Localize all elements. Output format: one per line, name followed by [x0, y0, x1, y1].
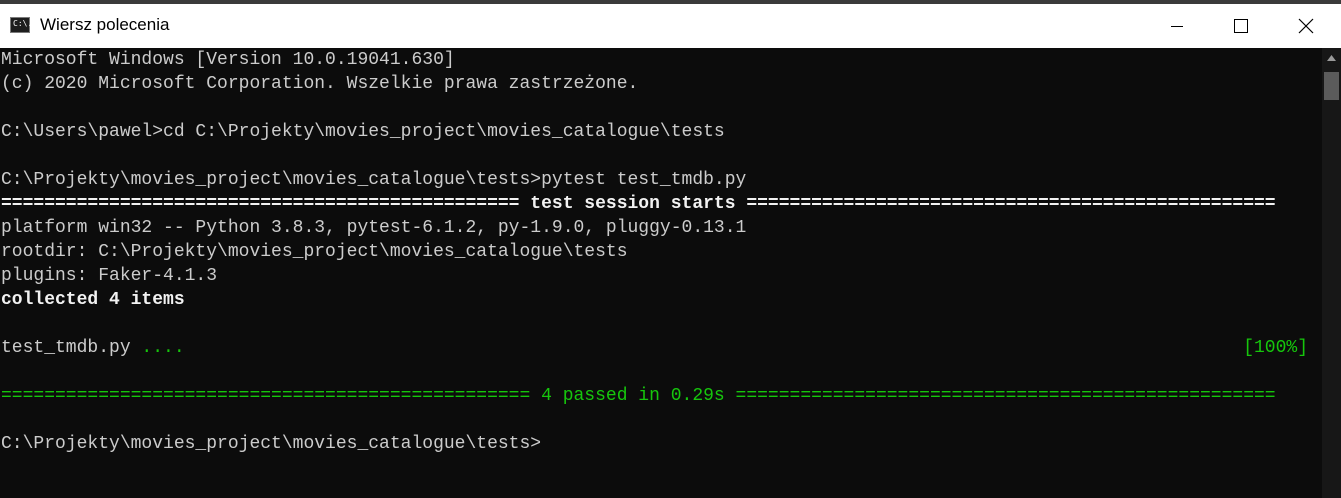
- console-line: plugins: Faker-4.1.3: [1, 266, 218, 286]
- console-line: C:\Projekty\movies_project\movies_catalo…: [1, 170, 747, 190]
- cmd-app-icon[interactable]: C:\.: [10, 17, 33, 33]
- console-line: Microsoft Windows [Version 10.0.19041.63…: [1, 50, 455, 70]
- test-result-line: test_tmdb.py .... [100%]: [1, 336, 1322, 360]
- vertical-scrollbar[interactable]: [1322, 48, 1341, 498]
- command-prompt[interactable]: C:\Projekty\movies_project\movies_catalo…: [1, 432, 541, 456]
- test-progress-percent: [100%]: [1243, 338, 1308, 358]
- title-bar[interactable]: C:\. Wiersz polecenia: [0, 0, 1341, 48]
- close-icon: [1298, 18, 1314, 34]
- taskbar-strip: [0, 0, 1341, 4]
- collected-items-line: collected 4 items: [1, 290, 185, 310]
- test-file-name: test_tmdb.py: [1, 338, 131, 358]
- session-start-banner: ========================================…: [1, 194, 1276, 214]
- app-icon-glyph: C:\.: [13, 19, 33, 28]
- console-line: (c) 2020 Microsoft Corporation. Wszelkie…: [1, 74, 639, 94]
- window-title: Wiersz polecenia: [40, 15, 170, 34]
- console-line: rootdir: C:\Projekty\movies_project\movi…: [1, 242, 628, 262]
- scroll-up-button[interactable]: [1322, 48, 1341, 68]
- console-line: platform win32 -- Python 3.8.3, pytest-6…: [1, 218, 747, 238]
- test-dots: ....: [130, 338, 185, 358]
- console-output[interactable]: Microsoft Windows [Version 10.0.19041.63…: [0, 48, 1322, 498]
- maximize-button[interactable]: [1211, 4, 1271, 48]
- cmd-window: C:\. Wiersz polecenia Microsoft Windows …: [0, 0, 1341, 498]
- scrollbar-thumb[interactable]: [1324, 72, 1339, 100]
- console-line: C:\Users\pawel>cd C:\Projekty\movies_pro…: [1, 122, 725, 142]
- minimize-button[interactable]: [1147, 4, 1207, 48]
- close-button[interactable]: [1271, 4, 1341, 48]
- maximize-icon: [1234, 19, 1248, 33]
- minimize-icon: [1171, 26, 1183, 27]
- scroll-up-arrow-icon: [1327, 55, 1336, 61]
- passed-summary-banner: ========================================…: [1, 386, 1276, 406]
